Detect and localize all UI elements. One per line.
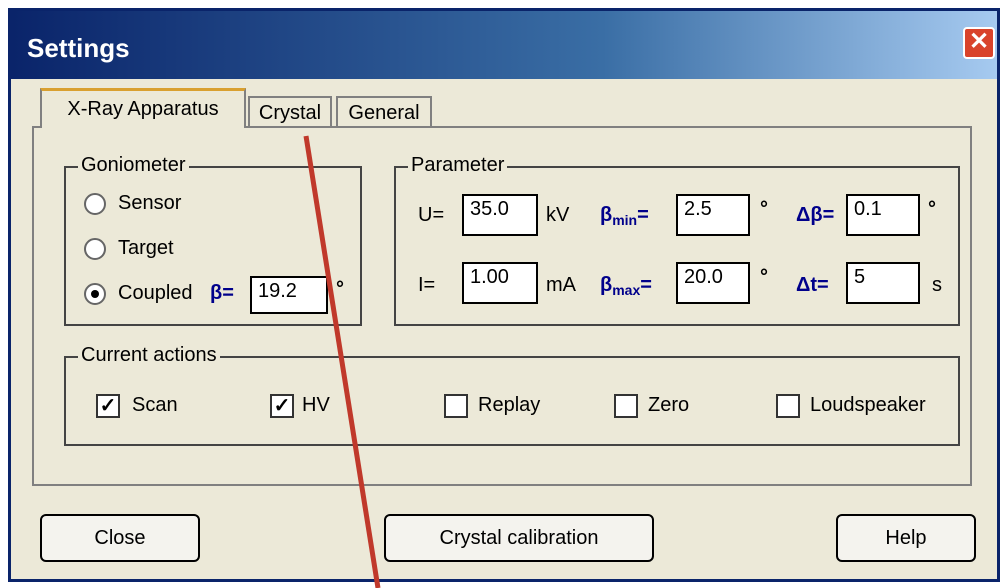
delta-beta-label: Δβ= [796,204,835,226]
radio-target-label: Target [118,237,174,259]
replay-label: Replay [478,394,541,416]
beta-input[interactable]: 19.2 [250,276,328,314]
radio-target[interactable] [84,238,106,260]
help-button[interactable]: Help [836,514,976,562]
i-unit: mA [546,274,576,296]
i-label: I= [418,274,436,296]
loudspeaker-checkbox[interactable] [776,394,800,418]
title-bar[interactable]: Settings ✕ [11,11,997,79]
window-title: Settings [27,33,130,63]
scan-checkbox[interactable]: ✓ [96,394,120,418]
u-input[interactable]: 35.0 [462,194,538,236]
zero-label: Zero [648,394,690,416]
radio-sensor[interactable] [84,193,106,215]
tab-label: X-Ray Apparatus [67,98,219,120]
beta-min-input[interactable]: 2.5 [676,194,750,236]
loudspeaker-label: Loudspeaker [810,394,926,416]
close-button[interactable]: Close [40,514,200,562]
zero-checkbox[interactable] [614,394,638,418]
checkmark-icon: ✓ [273,395,291,417]
tab-label: General [348,102,420,124]
beta-min-label: βmin= [600,204,649,228]
beta-max-degree: ° [760,266,768,288]
checkmark-icon: ✓ [99,395,117,417]
replay-checkbox[interactable] [444,394,468,418]
u-unit: kV [546,204,570,226]
beta-min-symbol: β [600,204,613,226]
beta-max-sub: max [612,282,641,298]
close-window-button[interactable]: ✕ [963,27,995,59]
radio-coupled[interactable] [84,283,106,305]
tab-x-ray-apparatus[interactable]: X-Ray Apparatus [40,88,246,128]
close-icon: ✕ [968,28,990,55]
beta-label: β= [210,282,234,304]
scan-label: Scan [132,394,178,416]
beta-min-sub: min [612,212,638,228]
parameter-legend: Parameter [408,154,508,177]
delta-t-unit: s [932,274,942,296]
delta-t-label: Δt= [796,274,829,296]
radio-coupled-label: Coupled [118,282,193,304]
beta-min-eq: = [637,204,649,226]
u-label: U= [418,204,445,226]
beta-degree-label: ° [336,278,344,300]
beta-min-degree: ° [760,198,768,220]
beta-max-label: βmax= [600,274,652,298]
tab-label: Crystal [258,102,322,124]
tab-general[interactable]: General [336,96,432,128]
tab-crystal[interactable]: Crystal [248,96,332,128]
beta-max-symbol: β [600,274,613,296]
hv-label: HV [302,394,330,416]
delta-beta-input[interactable]: 0.1 [846,194,920,236]
beta-max-input[interactable]: 20.0 [676,262,750,304]
current-actions-legend: Current actions [78,344,220,367]
beta-max-eq: = [640,274,652,296]
i-input[interactable]: 1.00 [462,262,538,304]
delta-beta-degree: ° [928,198,936,220]
delta-t-input[interactable]: 5 [846,262,920,304]
goniometer-legend: Goniometer [78,154,189,177]
crystal-calibration-button[interactable]: Crystal calibration [384,514,654,562]
hv-checkbox[interactable]: ✓ [270,394,294,418]
radio-sensor-label: Sensor [118,192,182,214]
